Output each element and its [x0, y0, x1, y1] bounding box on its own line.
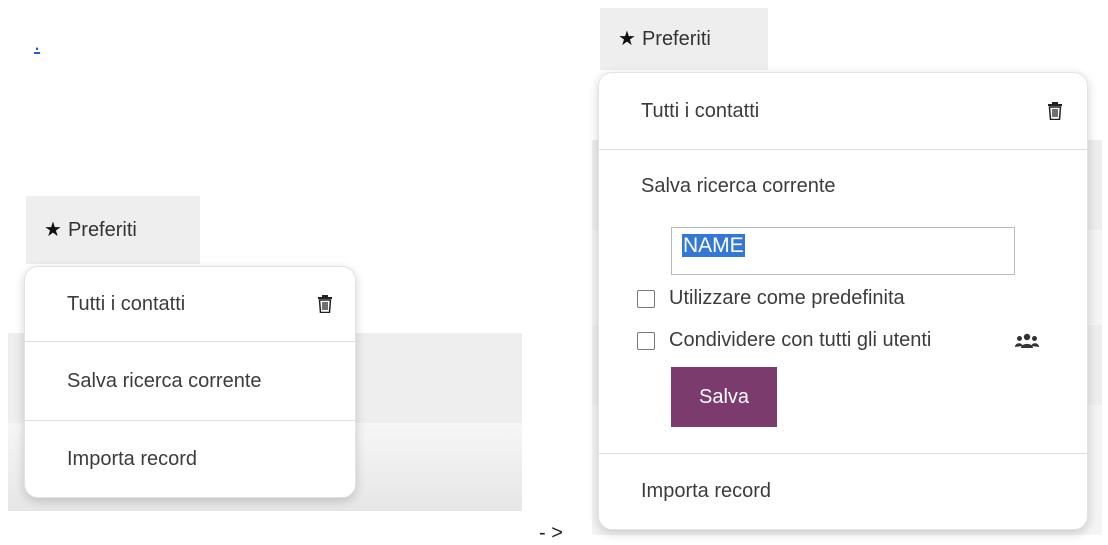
- share-checkbox[interactable]: [637, 331, 655, 350]
- menu-item-label: Importa record: [641, 480, 772, 502]
- share-option: Condividere con tutti gli utenti: [637, 329, 931, 352]
- share-label: Condividere con tutti gli utenti: [669, 329, 932, 351]
- menu-item-label: Salva ricerca corrente: [67, 369, 262, 392]
- menu-item-label: Salva ricerca corrente: [641, 174, 836, 197]
- trash-icon[interactable]: [318, 295, 332, 313]
- use-default-option: Utilizzare come predefinita: [637, 287, 905, 310]
- users-icon: [1015, 333, 1039, 348]
- selected-text: NAME: [682, 234, 745, 257]
- favorites-menu: Tutti i contatti Salva ricerca corrente …: [24, 266, 356, 498]
- use-default-label: Utilizzare come predefinita: [669, 287, 905, 309]
- star-icon: ★: [618, 28, 636, 50]
- transition-arrow: - >: [539, 522, 563, 544]
- menu-item-label: Tutti i contatti: [641, 99, 760, 122]
- favorites-menu: Tutti i contatti Salva ricerca corrente …: [598, 72, 1088, 530]
- favorites-button[interactable]: ★ Preferiti: [600, 8, 768, 70]
- menu-item-save-search[interactable]: Salva ricerca corrente: [599, 150, 1087, 222]
- menu-item-label: Importa record: [67, 447, 198, 470]
- menu-item-all-contacts[interactable]: Tutti i contatti: [599, 73, 1087, 149]
- trash-icon[interactable]: [1048, 102, 1062, 120]
- favorites-button[interactable]: ★ Preferiti: [26, 196, 200, 264]
- menu-item-all-contacts[interactable]: Tutti i contatti: [25, 267, 355, 341]
- favorites-label: Preferiti: [67, 218, 137, 241]
- menu-item-import-records[interactable]: Importa record: [25, 421, 355, 497]
- star-icon: ★: [44, 219, 62, 241]
- search-name-input[interactable]: NAME: [671, 227, 1015, 275]
- menu-item-import-records[interactable]: Importa record: [599, 454, 1087, 529]
- menu-item-label: Tutti i contatti: [67, 292, 186, 315]
- use-default-checkbox[interactable]: [637, 289, 655, 308]
- favorites-label: Preferiti: [641, 27, 711, 50]
- menu-item-save-search[interactable]: Salva ricerca corrente: [25, 342, 355, 420]
- save-button[interactable]: Salva: [671, 367, 777, 427]
- dot-link[interactable]: .: [34, 30, 40, 56]
